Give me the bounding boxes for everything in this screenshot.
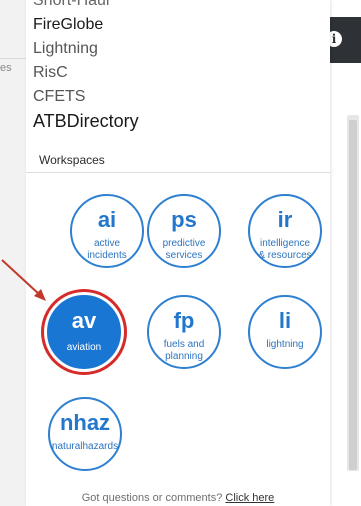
workspace-intelligence-resources-button[interactable]: ir intelligence & resources [248,194,322,268]
scrollbar-thumb[interactable] [349,120,357,470]
workspace-label: predictive services [162,238,206,261]
workspace-abbr: ps [171,207,197,232]
feedback-link[interactable]: Click here [225,492,274,504]
feedback-text: Got questions or comments? [81,492,223,504]
workspace-predictive-services-button[interactable]: ps predictive services [147,194,221,268]
workspace-abbr: ir [277,207,293,232]
workspace-label: lightning [266,339,304,350]
workspace-aviation-button[interactable]: av aviation [47,295,121,369]
workspace-lightning-button[interactable]: li lightning [248,295,322,369]
workspace-active-incidents-button[interactable]: ai active incidents [70,194,144,268]
divider [0,58,26,59]
workspace-abbr: av [71,308,97,333]
annotation-arrow [1,259,46,301]
workspace-label: active incidents [87,238,127,261]
workspace-abbr: li [278,308,292,333]
workspaces-divider [26,172,330,173]
menu-item-cfets[interactable]: CFETS [33,85,139,109]
workspace-abbr: fp [173,308,195,333]
arrow-shaft [1,259,41,296]
menu-item-risc[interactable]: RisC [33,61,139,85]
workspace-label: naturalhazards [51,441,119,452]
workspace-label: intelligence & resources [258,238,312,261]
workspace-label: fuels and planning [163,339,205,362]
app-link-list: Short-Haul FireGlobe Lightning RisC CFET… [33,0,139,133]
screen: es i Short-Haul FireGlobe Lightning RisC… [0,0,361,506]
workspace-label: aviation [66,342,102,353]
workspace-fuels-planning-button[interactable]: fp fuels and planning [147,295,221,369]
menu-item-fireglobe[interactable]: FireGlobe [33,13,139,37]
menu-item-lightning[interactable]: Lightning [33,37,139,61]
workspaces-heading: Workspaces [39,153,105,167]
workspace-naturalhazards-button[interactable]: nhaz naturalhazards [48,397,122,471]
menu-item-short-haul[interactable]: Short-Haul [33,0,139,13]
workspace-abbr: ai [97,207,117,232]
workspace-abbr: nhaz [59,410,111,435]
feedback-footer: Got questions or comments? Click here [26,492,330,504]
background-text-fragment: es [0,62,12,74]
menu-item-atbdirectory[interactable]: ATBDirectory [33,109,139,133]
background-page: es [0,0,27,506]
